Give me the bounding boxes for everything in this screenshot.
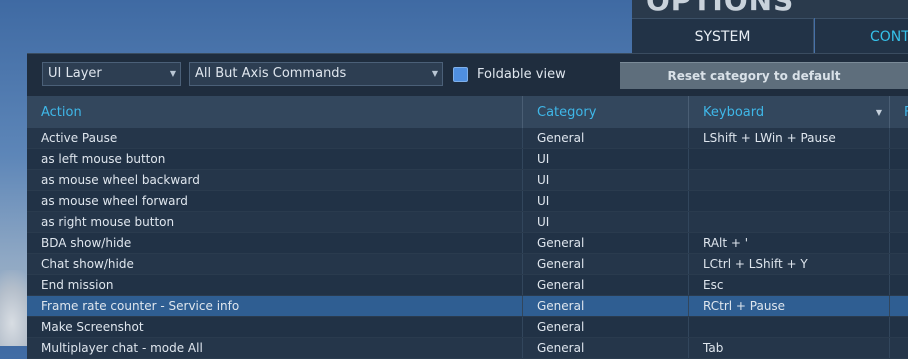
action-cell: Multiplayer chat - mode All: [41, 341, 203, 355]
category-cell: UI: [522, 149, 687, 169]
keyboard-cell[interactable]: LCtrl + LShift + Y: [688, 254, 888, 274]
foldable-view-checkbox[interactable]: [453, 67, 468, 82]
extra-cell[interactable]: [889, 317, 908, 337]
column-header-extra[interactable]: F: [889, 96, 908, 128]
keyboard-cell[interactable]: RAlt + ': [688, 233, 888, 253]
table-header: Action Category Keyboard ▼ F: [27, 96, 908, 128]
extra-cell[interactable]: [889, 254, 908, 274]
action-cell: Active Pause: [41, 131, 118, 145]
toolbar: UI Layer ▼ All But Axis Commands ▼ Folda…: [27, 54, 908, 96]
table-row[interactable]: BDA show/hide General RAlt + ': [27, 233, 908, 254]
keyboard-cell[interactable]: LShift + LWin + Pause: [688, 128, 888, 148]
extra-cell[interactable]: [889, 170, 908, 190]
tab-system[interactable]: SYSTEM: [632, 18, 814, 54]
table-row-selected[interactable]: Frame rate counter - Service info Genera…: [27, 296, 908, 317]
layer-select[interactable]: UI Layer ▼: [42, 62, 181, 86]
commands-filter-select[interactable]: All But Axis Commands ▼: [189, 62, 443, 86]
column-header-category[interactable]: Category: [522, 96, 687, 128]
table-row[interactable]: Active Pause General LShift + LWin + Pau…: [27, 128, 908, 149]
action-cell: as mouse wheel forward: [41, 194, 188, 208]
action-cell: BDA show/hide: [41, 236, 132, 250]
table-row[interactable]: Make Screenshot General: [27, 317, 908, 338]
keyboard-cell[interactable]: [688, 317, 888, 337]
extra-cell[interactable]: [889, 296, 908, 316]
action-cell: Frame rate counter - Service info: [41, 299, 240, 313]
controls-panel: UI Layer ▼ All But Axis Commands ▼ Folda…: [27, 53, 908, 359]
table-row[interactable]: as right mouse button UI: [27, 212, 908, 233]
layer-select-value: UI Layer: [48, 66, 102, 81]
commands-filter-value: All But Axis Commands: [195, 66, 347, 81]
keyboard-cell[interactable]: [688, 170, 888, 190]
extra-cell[interactable]: [889, 338, 908, 358]
chevron-down-icon: ▼: [169, 69, 176, 78]
action-cell: as right mouse button: [41, 215, 175, 229]
foldable-view-label: Foldable view: [477, 67, 566, 82]
table-row[interactable]: as mouse wheel forward UI: [27, 191, 908, 212]
category-cell: UI: [522, 212, 687, 232]
keyboard-cell[interactable]: RCtrl + Pause: [688, 296, 888, 316]
category-cell: General: [522, 275, 687, 295]
table-row[interactable]: as mouse wheel backward UI: [27, 170, 908, 191]
action-cell: as mouse wheel backward: [41, 173, 200, 187]
action-cell: Make Screenshot: [41, 320, 144, 334]
extra-cell[interactable]: [889, 149, 908, 169]
table-row[interactable]: End mission General Esc: [27, 275, 908, 296]
column-header-keyboard-label: Keyboard: [703, 105, 765, 120]
category-cell: General: [522, 128, 687, 148]
keyboard-cell[interactable]: [688, 149, 888, 169]
options-header: OPTIONS: [632, 0, 908, 18]
category-cell: UI: [522, 191, 687, 211]
category-cell: UI: [522, 170, 687, 190]
category-cell: General: [522, 296, 687, 316]
reset-category-button[interactable]: Reset category to default: [620, 62, 908, 89]
category-cell: General: [522, 317, 687, 337]
tab-controls[interactable]: CONT: [815, 18, 908, 54]
table-row[interactable]: Multiplayer chat - mode All General Tab: [27, 338, 908, 359]
table-row[interactable]: as left mouse button UI: [27, 149, 908, 170]
sort-arrow-icon: ▼: [875, 108, 882, 117]
action-cell: End mission: [41, 278, 114, 292]
window-title: OPTIONS: [646, 0, 795, 17]
extra-cell[interactable]: [889, 275, 908, 295]
bindings-table-body: Active Pause General LShift + LWin + Pau…: [27, 128, 908, 359]
extra-cell[interactable]: [889, 212, 908, 232]
category-cell: General: [522, 338, 687, 358]
table-row[interactable]: Chat show/hide General LCtrl + LShift + …: [27, 254, 908, 275]
keyboard-cell[interactable]: Esc: [688, 275, 888, 295]
chevron-down-icon: ▼: [431, 69, 438, 78]
action-cell: Chat show/hide: [41, 257, 134, 271]
category-cell: General: [522, 233, 687, 253]
keyboard-cell[interactable]: Tab: [688, 338, 888, 358]
keyboard-cell[interactable]: [688, 191, 888, 211]
action-cell: as left mouse button: [41, 152, 166, 166]
extra-cell[interactable]: [889, 233, 908, 253]
column-header-keyboard[interactable]: Keyboard ▼: [688, 96, 888, 128]
extra-cell[interactable]: [889, 191, 908, 211]
category-cell: General: [522, 254, 687, 274]
extra-cell[interactable]: [889, 128, 908, 148]
column-header-action[interactable]: Action: [27, 96, 521, 128]
keyboard-cell[interactable]: [688, 212, 888, 232]
